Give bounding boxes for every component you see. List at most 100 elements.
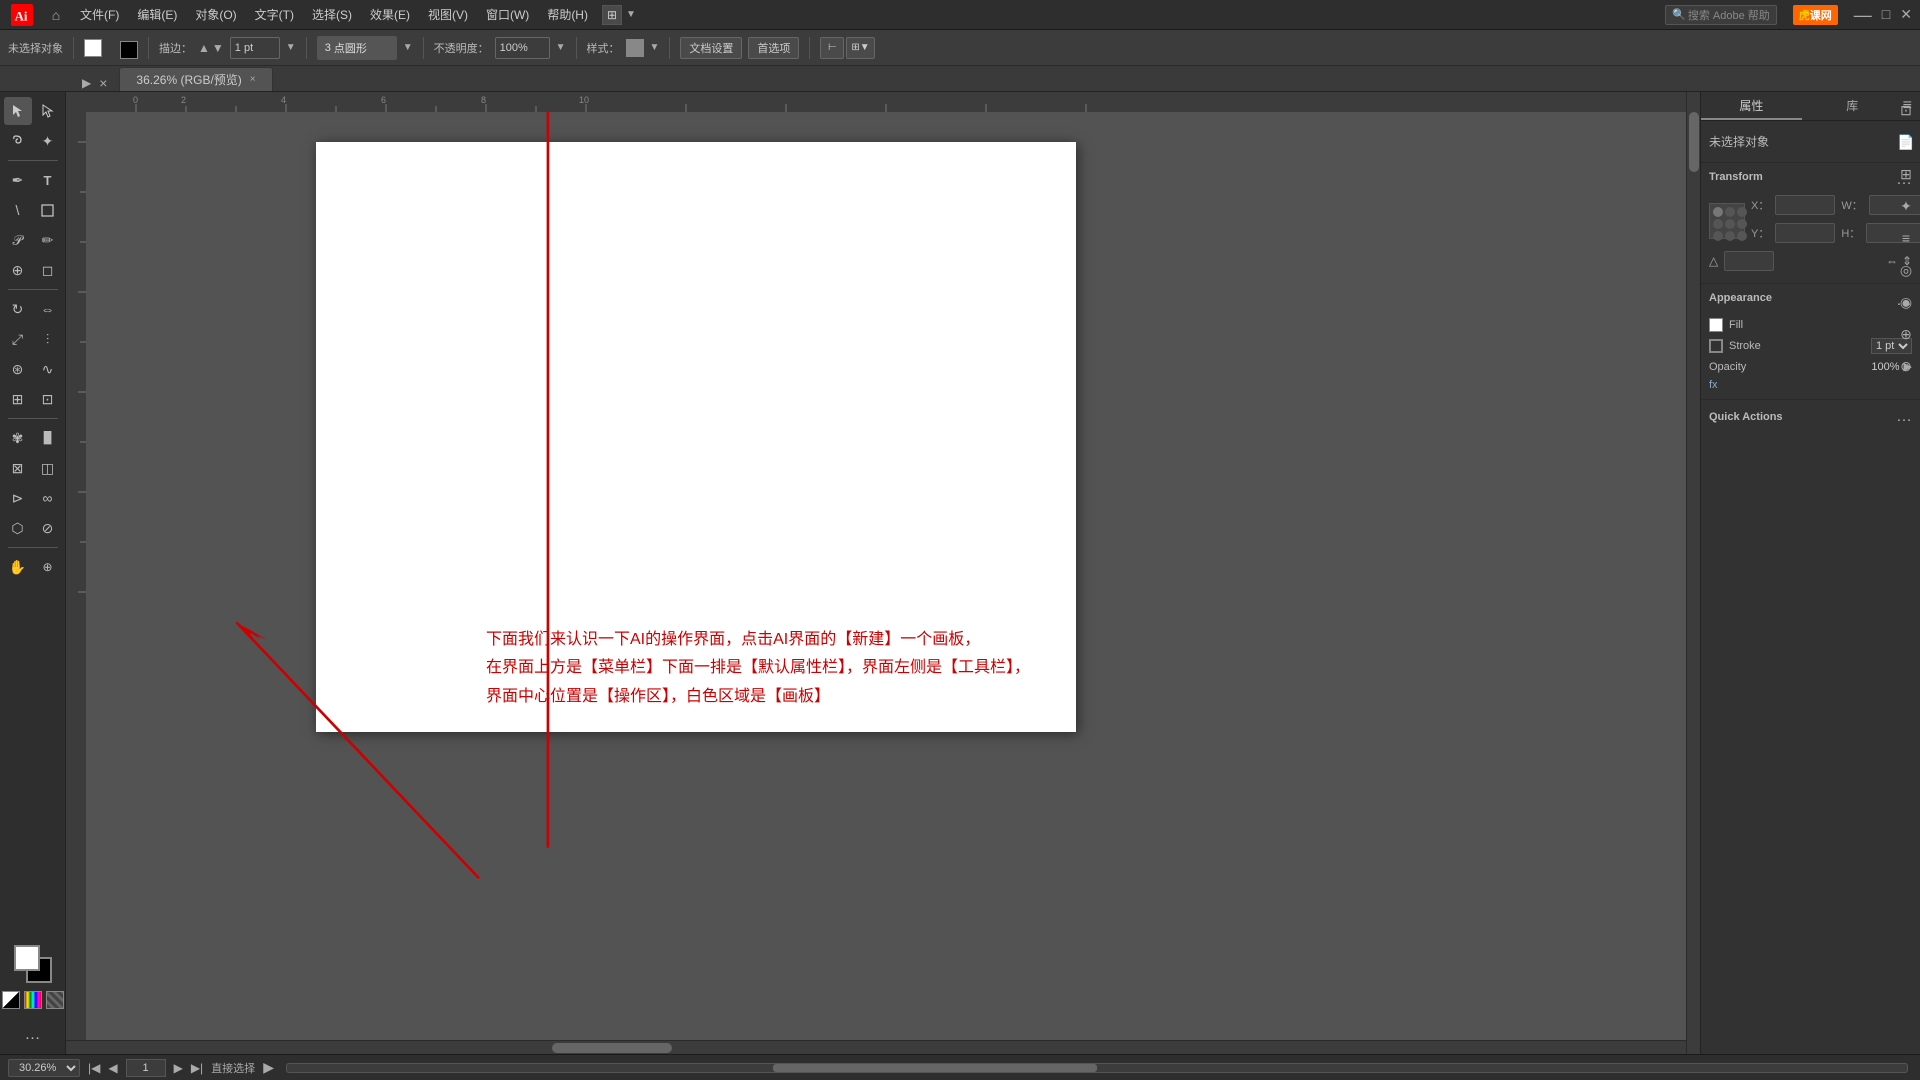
shear-tool-btn[interactable]: ⫶ [34,325,62,353]
tab-close-btn[interactable]: × [250,74,256,85]
stroke-color-swatch[interactable] [120,41,138,59]
style-dropdown-btn[interactable]: ▼ [650,42,660,53]
magic-wand-tool-btn[interactable]: ✦ [34,127,62,155]
blob-tool-btn[interactable]: ⊕ [4,256,32,284]
reflect-tool-btn[interactable]: ⇔ [34,295,62,323]
perspective-tool-btn[interactable]: ⊡ [34,385,62,413]
play-btn[interactable]: ▶ [263,1059,274,1076]
reshape-tool-btn[interactable]: ⊛ [4,355,32,383]
h-scroll-indicator[interactable] [773,1064,1097,1072]
panel-icon-1[interactable]: ⊡ [1894,98,1918,122]
page-last-btn[interactable]: ▶| [191,1061,203,1075]
none-color-btn[interactable] [2,991,20,1009]
menu-object[interactable]: 对象(O) [187,2,244,27]
vertical-scrollbar[interactable] [1686,92,1700,1054]
properties-tab[interactable]: 属性 [1701,92,1802,120]
search-bar[interactable]: 🔍 搜索 Adobe 帮助 [1665,5,1777,25]
opacity-dropdown-btn[interactable]: ▼ [556,42,566,53]
eraser-tool-btn[interactable]: ◻ [34,256,62,284]
artboard[interactable]: 下面我们来认识一下AI的操作界面，点击AI界面的【新建】一个画板， 在界面上方是… [316,142,1076,732]
page-prev-btn[interactable]: ◀ [108,1061,117,1075]
slice-tool-btn[interactable]: ⊘ [34,514,62,542]
select-tool-btn[interactable] [4,97,32,125]
panel-icon-3[interactable]: ⊞ [1894,162,1918,186]
graph-tool-btn[interactable]: ▐▌ [34,424,62,452]
pen-tool-btn[interactable]: ✒ [4,166,32,194]
menu-help[interactable]: 帮助(H) [539,2,596,27]
lasso-tool-btn[interactable] [4,127,32,155]
y-input[interactable] [1775,223,1835,243]
menu-view[interactable]: 视图(V) [420,2,476,27]
h-scroll-thumb[interactable] [552,1043,672,1053]
panel-icon-5[interactable]: ≡ [1894,226,1918,250]
menu-edit[interactable]: 编辑(E) [129,2,185,27]
points-dropdown-btn[interactable]: ▼ [403,42,413,53]
rotate-tool-btn[interactable]: ↻ [4,295,32,323]
stroke-select-btn[interactable]: ▼ [286,42,296,53]
distribute-btn[interactable]: ⊞▼ [846,37,874,59]
page-next-btn[interactable]: ▶ [174,1061,183,1075]
canvas-area[interactable]: 0 2 4 6 8 10 [66,92,1700,1054]
menu-file[interactable]: 文件(F) [72,2,127,27]
panel-icon-8[interactable]: ⊕ [1894,322,1918,346]
warp-tool-btn[interactable]: ∿ [34,355,62,383]
active-tab[interactable]: 36.26% (RGB/预览) × [119,67,272,91]
menu-window[interactable]: 窗口(W) [478,2,537,27]
align-left-btn[interactable]: ⊢ [820,37,844,59]
horizontal-scrollbar[interactable] [66,1040,1686,1054]
qa-more-btn[interactable]: … [1896,408,1912,426]
home-icon[interactable]: ⌂ [42,1,70,29]
gradient-btn[interactable] [46,991,64,1009]
libraries-tab[interactable]: 库 [1802,92,1903,120]
workspace-icon[interactable]: ⊞ [602,5,622,25]
panel-toggle-btn[interactable]: ▶ [78,76,95,90]
minimize-btn[interactable]: — [1854,6,1872,24]
page-input[interactable] [126,1059,166,1077]
hand-tool-btn[interactable]: ✋ [4,553,32,581]
close-btn[interactable]: ✕ [1900,6,1912,24]
panel-icon-7[interactable]: ◉ [1894,290,1918,314]
eyedropper-tool-btn[interactable]: ⊳ [4,484,32,512]
stroke-app-swatch[interactable] [1709,339,1723,353]
doc-settings-btn[interactable]: 文档设置 [680,37,742,59]
free-transform-tool-btn[interactable]: ⊞ [4,385,32,413]
menu-text[interactable]: 文字(T) [247,2,302,27]
v-scroll-thumb[interactable] [1689,112,1699,172]
x-input[interactable] [1775,195,1835,215]
panel-icon-9[interactable]: ⊗ [1894,354,1918,378]
panel-icon-4[interactable]: ✦ [1894,194,1918,218]
fill-app-swatch[interactable] [1709,318,1723,332]
rect-tool-btn[interactable] [34,196,62,224]
menu-effect[interactable]: 效果(E) [362,2,418,27]
more-tools-btn[interactable]: … [19,1021,47,1049]
stroke-down-btn[interactable]: ▼ [212,41,224,55]
color-btn[interactable] [24,991,42,1009]
preferences-btn[interactable]: 首选项 [748,37,799,59]
collapse-icon[interactable]: × [99,75,107,91]
symbol-tool-btn[interactable]: ✾ [4,424,32,452]
pencil-tool-btn[interactable]: ✏ [34,226,62,254]
gradient-tool-btn[interactable]: ◫ [34,454,62,482]
blend-tool-btn[interactable]: ∞ [34,484,62,512]
style-swatch[interactable] [626,39,644,57]
workspace-chevron[interactable]: ▼ [626,9,636,20]
opacity-input[interactable] [495,37,550,59]
live-paint-tool-btn[interactable]: ⬡ [4,514,32,542]
fill-swatch[interactable] [14,945,40,971]
fx-btn[interactable]: fx [1709,379,1718,391]
mesh-tool-btn[interactable]: ⊠ [4,454,32,482]
page-first-btn[interactable]: |◀ [88,1061,100,1075]
type-tool-btn[interactable]: T [34,166,62,194]
rotation-input[interactable] [1724,251,1774,271]
menu-select[interactable]: 选择(S) [304,2,360,27]
zoom-select[interactable]: 30.26% 50% 100% [8,1059,80,1077]
direct-select-tool-btn[interactable] [34,97,62,125]
line-tool-btn[interactable]: \ [4,196,32,224]
zoom-tool-btn[interactable]: ⊕ [34,553,62,581]
h-scroll-track[interactable] [286,1063,1908,1073]
stroke-up-btn[interactable]: ▲ [198,41,210,55]
paintbrush-tool-btn[interactable]: 𝒫 [4,226,32,254]
stroke-value-input[interactable] [230,37,280,59]
panel-icon-6[interactable]: ◎ [1894,258,1918,282]
panel-icon-2[interactable]: 📄 [1894,130,1918,154]
